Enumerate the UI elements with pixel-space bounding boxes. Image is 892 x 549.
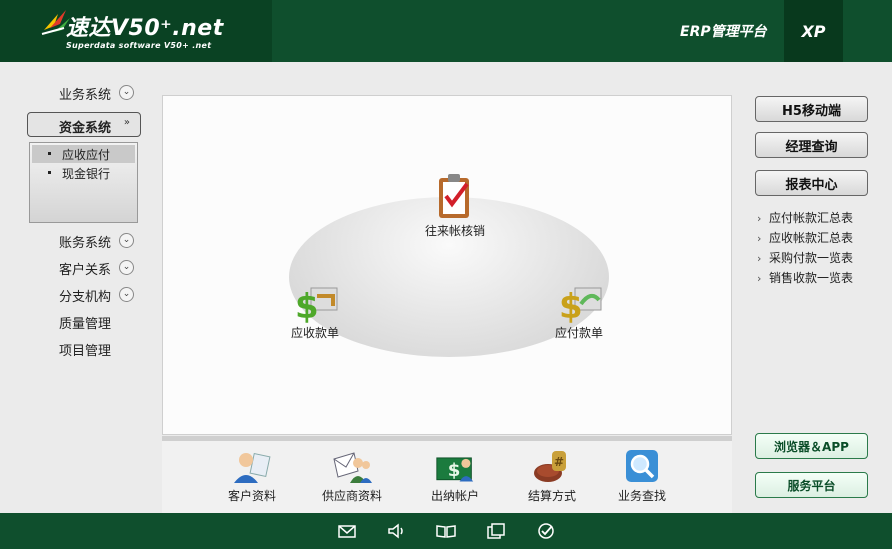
chevron-down-icon[interactable]: ⌄ <box>119 233 134 248</box>
flow-node-label: 往来帐核销 <box>424 224 485 238</box>
service-platform-button[interactable]: 服务平台 <box>755 472 868 498</box>
nav-item-label: 账务系统 <box>58 236 111 251</box>
mail-icon[interactable] <box>337 522 357 540</box>
cashier-account-icon: $ <box>436 457 474 482</box>
quick-item-label: 客户资料 <box>227 489 276 503</box>
edition-label: XP <box>801 21 826 41</box>
nav-item-label: 资金系统 <box>58 121 111 136</box>
nav-item-label: 客户关系 <box>58 263 111 278</box>
quick-item-label: 出纳帐户 <box>430 489 479 503</box>
nav-item-crm[interactable]: 客户关系 ⌄ <box>0 257 150 279</box>
report-link-sales-receipt[interactable]: › 销售收款一览表 <box>757 269 853 286</box>
quick-item-customers[interactable]: 客户资料 <box>217 449 287 504</box>
documents-icon[interactable] <box>486 522 506 540</box>
logo-text: 速达V50⁺.net <box>66 16 224 41</box>
browser-app-button[interactable]: 浏览器＆APP <box>755 433 868 459</box>
check-circle-icon[interactable] <box>536 522 556 540</box>
subnav-item-receivable-payable[interactable]: 应收应付 <box>32 145 135 163</box>
quick-item-label: 结算方式 <box>527 489 576 503</box>
header: 速达V50⁺.net Superdata software V50+ .net … <box>0 0 892 62</box>
link-label: 销售收款一览表 <box>769 271 854 285</box>
button-label: 报表中心 <box>785 177 838 193</box>
quick-item-search[interactable]: 业务查找 <box>607 449 677 504</box>
nav-item-quality[interactable]: 质量管理 <box>0 311 150 333</box>
link-label: 应付帐款汇总表 <box>769 211 854 225</box>
nav-item-projects[interactable]: 项目管理 <box>0 338 150 360</box>
nav-item-label: 质量管理 <box>58 317 111 332</box>
nav-item-label: 业务系统 <box>58 88 111 103</box>
report-link-purchase-payment[interactable]: › 采购付款一览表 <box>757 249 853 266</box>
logo-subtitle: Superdata software V50+ .net <box>66 41 212 50</box>
link-label: 采购付款一览表 <box>769 251 854 265</box>
money-pay-icon: $ <box>559 287 602 324</box>
quick-item-label: 供应商资料 <box>321 489 382 503</box>
nav-item-business[interactable]: 业务系统 ⌄ <box>0 82 150 104</box>
svg-text:$: $ <box>559 287 583 324</box>
quick-item-label: 业务查找 <box>617 489 666 503</box>
footer-toolbar <box>0 513 892 549</box>
quick-item-cashier[interactable]: $ 出纳帐户 <box>420 449 490 504</box>
subnav-item-label: 现金银行 <box>62 167 111 181</box>
flow-node-reconcile[interactable]: 往来帐核销 <box>410 172 500 239</box>
svg-text:#: # <box>554 455 564 469</box>
flow-panel: 往来帐核销 $ 应收款单 $ 应付款单 <box>162 95 732 435</box>
flow-node-label: 应收款单 <box>290 326 339 340</box>
chevron-down-icon[interactable]: ⌄ <box>119 287 134 302</box>
link-label: 应收帐款汇总表 <box>769 231 854 245</box>
button-label: H5移动端 <box>782 103 841 119</box>
speaker-icon[interactable] <box>386 522 406 540</box>
nav-item-branches[interactable]: 分支机构 ⌄ <box>0 284 150 306</box>
logo-area: 速达V50⁺.net Superdata software V50+ .net <box>0 0 272 62</box>
quick-bar: 客户资料 供应商资料 $ 出纳帐户 # 结算方式 业务查找 <box>162 441 732 513</box>
chevron-right-icon: › <box>757 232 762 245</box>
chevron-down-icon[interactable]: ⌄ <box>119 85 134 100</box>
h5-mobile-button[interactable]: H5移动端 <box>755 96 868 122</box>
flow-node-payable[interactable]: $ 应付款单 <box>539 282 619 341</box>
chevron-down-icon[interactable]: ⌄ <box>119 260 134 275</box>
svg-text:$: $ <box>295 287 319 324</box>
book-icon[interactable] <box>436 522 456 540</box>
customer-icon <box>234 452 271 483</box>
chevron-right-icon: › <box>757 252 762 265</box>
left-nav: 业务系统 ⌄ 资金系统 » 应收应付 现金银行 账务系统 ⌄ 客户关系 ⌄ 分支… <box>0 62 150 513</box>
money-receive-icon: $ <box>295 287 338 324</box>
right-column: H5移动端 经理查询 报表中心 › 应付帐款汇总表 › 应收帐款汇总表 › 采购付款一… <box>745 62 892 513</box>
report-center-button[interactable]: 报表中心 <box>755 170 868 196</box>
search-icon <box>626 450 658 482</box>
button-label: 经理查询 <box>785 139 838 155</box>
subnav-item-label: 应收应付 <box>62 148 111 162</box>
nav-item-label: 分支机构 <box>58 290 111 305</box>
clipboard-check-icon <box>439 174 469 218</box>
settlement-icon: # <box>534 451 566 482</box>
chevron-right-icon: › <box>757 212 762 225</box>
chevron-down-icon[interactable]: » <box>124 117 130 128</box>
flow-node-receivable[interactable]: $ 应收款单 <box>275 282 355 341</box>
button-label: 浏览器＆APP <box>774 439 849 454</box>
button-label: 服务平台 <box>787 478 836 493</box>
nav-item-accounting[interactable]: 账务系统 ⌄ <box>0 230 150 252</box>
subnav-panel: 应收应付 现金银行 <box>29 142 138 223</box>
bullet-icon <box>48 152 51 155</box>
supplier-icon <box>333 452 372 483</box>
edition-badge[interactable]: XP <box>784 0 843 62</box>
nav-item-label: 项目管理 <box>58 344 111 359</box>
report-link-payable-summary[interactable]: › 应付帐款汇总表 <box>757 209 853 226</box>
subnav-item-cash-bank[interactable]: 现金银行 <box>32 164 135 182</box>
flow-node-label: 应付款单 <box>554 326 603 340</box>
quick-item-suppliers[interactable]: 供应商资料 <box>312 449 392 504</box>
bullet-icon <box>48 171 51 174</box>
chevron-right-icon: › <box>757 272 762 285</box>
nav-item-funds[interactable]: 资金系统 » <box>27 112 141 137</box>
svg-text:$: $ <box>448 460 461 481</box>
quick-item-settlement[interactable]: # 结算方式 <box>517 449 587 504</box>
manager-query-button[interactable]: 经理查询 <box>755 132 868 158</box>
platform-title: ERP管理平台 <box>680 24 767 40</box>
report-link-receivable-summary[interactable]: › 应收帐款汇总表 <box>757 229 853 246</box>
